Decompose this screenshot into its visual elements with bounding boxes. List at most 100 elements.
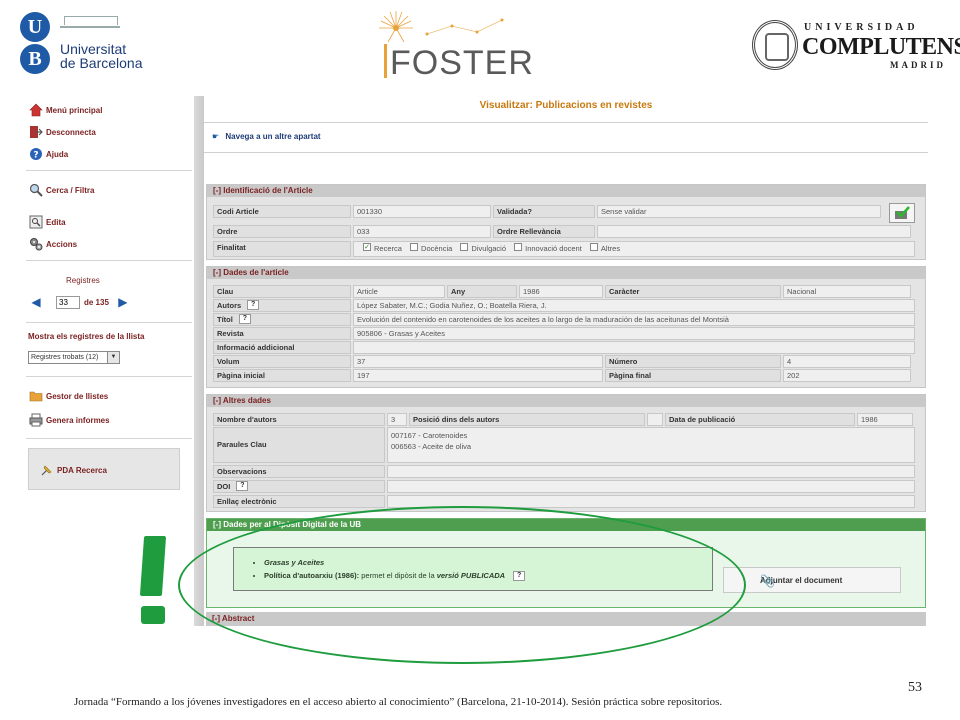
ub-name-line2: de Barcelona — [60, 55, 143, 71]
dades-row: Títol? Evolución del contenido en carote… — [213, 313, 917, 326]
edita-link[interactable]: Edita — [28, 212, 66, 232]
desconnecta-link[interactable]: Desconnecta — [28, 122, 96, 142]
ident-row: Codi Article 001330 Validada? Sense vali… — [213, 205, 883, 218]
option-docencia: Docència — [421, 244, 453, 253]
revista-value: 905806 - Grasas y Aceites — [353, 327, 915, 340]
identificacio-section: [-] Identificació de l'Article Codi Arti… — [206, 184, 926, 260]
pda-recerca-box: PDA Recerca — [28, 448, 180, 490]
autors-help-button[interactable]: ? — [247, 300, 260, 310]
validada-value: Sense validar — [597, 205, 881, 218]
dades-row: Informació addicional — [213, 341, 917, 354]
registres-select[interactable]: Registres trobats (12) ▼ — [28, 351, 120, 364]
validate-button[interactable] — [889, 203, 915, 223]
genera-informes-link[interactable]: Genera informes — [28, 410, 110, 430]
volum-label: Volum — [213, 355, 351, 368]
info-addicional-label: Informació addicional — [213, 341, 351, 354]
keyword-item: 006563 - Aceite de oliva — [391, 442, 472, 451]
mostra-registres-label: Mostra els registres de la llista — [28, 332, 145, 341]
dades-article-header[interactable]: [-] Dades de l'article — [207, 267, 925, 279]
caracter-value: Nacional — [783, 285, 911, 298]
pagina-inicial-value: 197 — [353, 369, 603, 382]
foster-wordmark: FOSTER — [390, 44, 534, 82]
cerca-filtra-link[interactable]: Cerca / Filtra — [28, 180, 94, 200]
altres-dades-section: [-] Altres dades Nombre d'autors 3 Posic… — [206, 394, 926, 512]
volum-value: 37 — [353, 355, 603, 368]
ajuda-link[interactable]: ? Ajuda — [28, 144, 68, 164]
pagina-final-value: 202 — [783, 369, 911, 382]
observacions-label: Observacions — [213, 465, 385, 478]
logout-icon — [28, 125, 43, 140]
constellation-icon — [425, 18, 504, 36]
posicio-label: Posició dins dels autors — [409, 413, 645, 426]
clau-label: Clau — [213, 285, 351, 298]
next-arrow-icon[interactable]: ▶ — [115, 295, 131, 309]
pagina-inicial-label: Pàgina inicial — [213, 369, 351, 382]
svg-text:?: ? — [33, 151, 38, 161]
highlight-ellipse — [178, 506, 746, 664]
nav-divider — [204, 152, 928, 153]
enllac-label: Enllaç electrònic — [213, 495, 385, 508]
paperclip-icon: 📎 — [760, 574, 775, 588]
checkbox-innovacio[interactable] — [514, 243, 523, 251]
doi-label-text: DOI — [217, 482, 231, 491]
ucm-seal-icon — [752, 20, 798, 70]
finalitat-row: Finalitat ✓ Recerca Docència Divulgació I… — [213, 241, 917, 257]
doi-value — [387, 480, 915, 493]
dades-row: Revista 905806 - Grasas y Aceites — [213, 327, 917, 340]
checkbox-divulgacio[interactable] — [460, 243, 469, 251]
adjuntar-document-button[interactable]: 📎 Adjuntar el document — [723, 567, 901, 593]
page-number: 53 — [908, 680, 922, 695]
validate-check-icon — [895, 206, 910, 219]
autors-label: Autors? — [213, 299, 351, 312]
prev-arrow-icon[interactable]: ◀ — [28, 295, 44, 309]
sidebar-divider — [26, 260, 192, 261]
navega-label: Navega a un altre apartat — [225, 132, 321, 141]
navigate-icon: ☛ — [212, 132, 220, 141]
data-publicacio-label: Data de publicació — [665, 413, 855, 426]
checkbox-recerca[interactable]: ✓ — [363, 243, 371, 251]
page-title: Visualitzar: Publicacions en revistes — [479, 100, 653, 111]
ordre-label: Ordre — [213, 225, 351, 238]
current-record-input[interactable] — [56, 295, 80, 309]
pda-recerca-link[interactable]: PDA Recerca — [39, 460, 107, 480]
any-value: 1986 — [519, 285, 603, 298]
caracter-label: Caràcter — [605, 285, 781, 298]
chevron-down-icon: ▼ — [107, 352, 119, 363]
record-total: de 135 — [84, 297, 109, 307]
altres-row: Observacions — [213, 465, 917, 478]
titol-help-button[interactable]: ? — [238, 314, 251, 324]
menu-principal-link[interactable]: Menú principal — [28, 100, 102, 120]
title-divider — [204, 122, 928, 123]
checkbox-altres[interactable] — [589, 243, 598, 251]
gears-icon — [28, 237, 43, 252]
navega-link[interactable]: ☛ Navega a un altre apartat — [212, 132, 321, 141]
sidebar-divider — [26, 376, 192, 377]
ub-logo: U B Universitat de Barcelona — [20, 12, 150, 76]
relevancia-value — [597, 225, 911, 238]
doi-help-button[interactable]: ? — [236, 481, 249, 491]
slide-footer: Jornada “Formando a los jóvenes investig… — [74, 696, 723, 708]
checkbox-docencia[interactable] — [410, 243, 419, 251]
altres-dades-header[interactable]: [-] Altres dades — [207, 395, 925, 407]
printer-icon — [28, 413, 43, 428]
ident-row: Ordre 033 Ordre Rellevància — [213, 225, 913, 238]
identificacio-header[interactable]: [-] Identificació de l'Article — [207, 185, 925, 197]
observacions-value — [387, 465, 915, 478]
dades-row: Pàgina inicial 197 Pàgina final 202 — [213, 369, 913, 382]
nombre-autors-value: 3 — [387, 413, 407, 426]
accions-link[interactable]: Accions — [28, 234, 77, 254]
registres-select-value: Registres trobats (12) — [31, 354, 99, 361]
ucm-main-text: COMPLUTENSE — [802, 34, 960, 60]
edita-label: Edita — [46, 217, 66, 227]
edit-icon — [28, 215, 43, 230]
ucm-top-text: UNIVERSIDAD — [804, 22, 919, 33]
gestor-llistes-link[interactable]: Gestor de llistes — [28, 386, 108, 406]
foster-logo: FOSTER — [370, 6, 533, 82]
altres-row: Enllaç electrònic — [213, 495, 917, 508]
ajuda-label: Ajuda — [46, 149, 69, 159]
cerca-filtra-label: Cerca / Filtra — [46, 185, 95, 195]
registres-label: Registres — [66, 276, 100, 285]
search-icon — [28, 183, 43, 198]
dades-row: Volum 37 Número 4 — [213, 355, 913, 368]
info-addicional-value — [353, 341, 915, 354]
